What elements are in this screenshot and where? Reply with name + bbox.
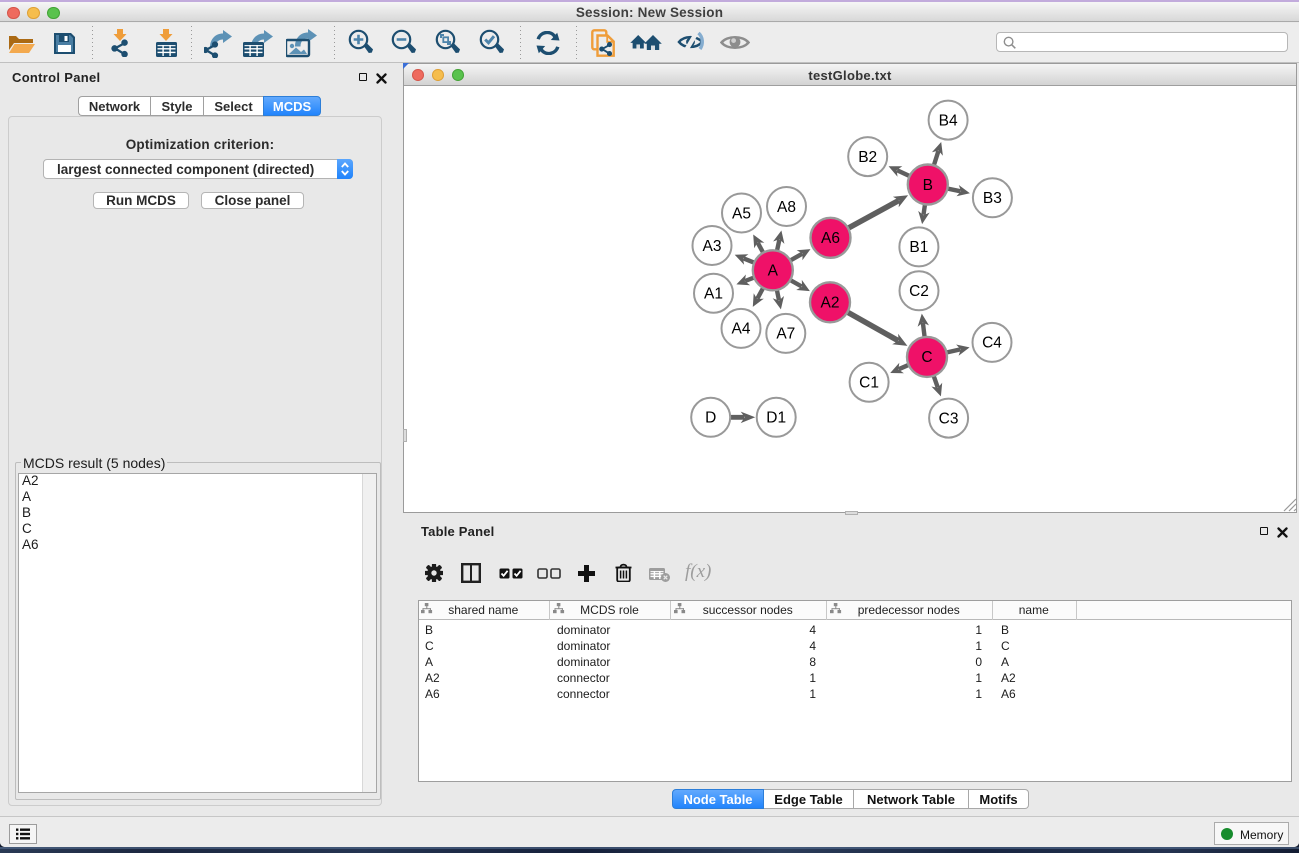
- svg-text:C1: C1: [859, 374, 879, 391]
- svg-text:D1: D1: [766, 409, 786, 426]
- svg-text:B3: B3: [982, 190, 1001, 207]
- svg-text:A8: A8: [777, 198, 796, 215]
- svg-text:A4: A4: [731, 320, 750, 337]
- svg-text:A: A: [767, 262, 778, 279]
- svg-text:B1: B1: [909, 239, 928, 256]
- svg-text:A6: A6: [821, 230, 840, 247]
- svg-text:A1: A1: [704, 285, 723, 302]
- svg-text:D: D: [705, 409, 716, 426]
- svg-text:C3: C3: [938, 410, 958, 427]
- svg-text:A3: A3: [702, 237, 721, 254]
- svg-text:C4: C4: [982, 334, 1002, 351]
- svg-text:A2: A2: [820, 294, 839, 311]
- svg-text:B: B: [922, 176, 932, 193]
- svg-text:C: C: [921, 349, 932, 366]
- svg-text:C2: C2: [909, 283, 929, 300]
- svg-text:B2: B2: [858, 148, 877, 165]
- svg-text:B4: B4: [938, 112, 957, 129]
- svg-text:A5: A5: [732, 205, 751, 222]
- svg-text:A7: A7: [776, 325, 795, 342]
